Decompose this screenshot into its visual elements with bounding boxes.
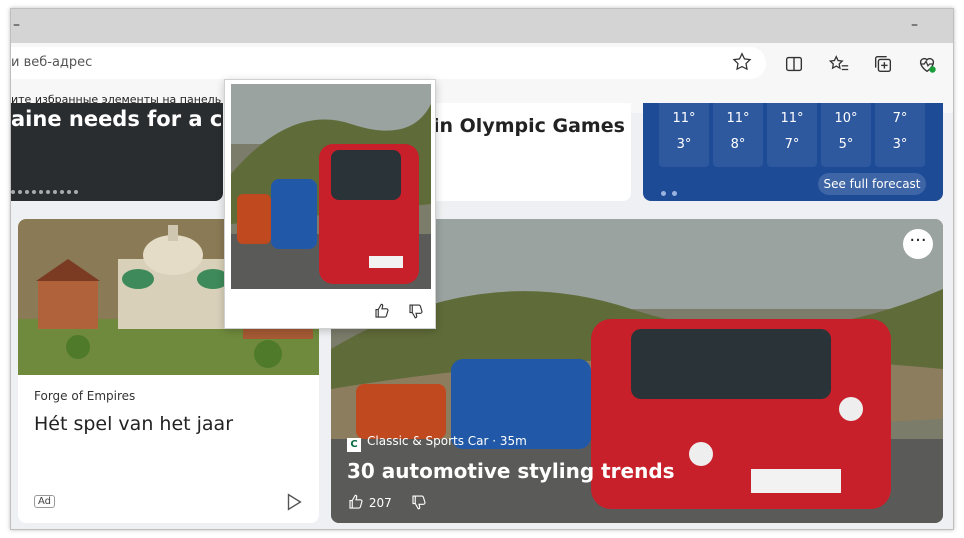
- preview-thumbs-down-icon[interactable]: [407, 302, 425, 320]
- minimize-button[interactable]: –: [911, 17, 918, 33]
- health-heart-icon[interactable]: [916, 53, 938, 75]
- favorites-list-icon[interactable]: [828, 53, 850, 75]
- toolbar: и веб-адрес: [11, 43, 953, 87]
- see-full-forecast-button[interactable]: See full forecast: [818, 173, 926, 195]
- cars-preview-image: [231, 84, 431, 289]
- ad-title: Hét spel van het jaar: [34, 413, 233, 435]
- ad-badge: Ad: [34, 495, 56, 508]
- address-placeholder: и веб-адрес: [11, 55, 93, 70]
- card-title: in Olympic Games: [433, 115, 625, 137]
- thumbs-down-icon[interactable]: [410, 493, 428, 511]
- preview-thumbs-up-icon[interactable]: [373, 302, 391, 320]
- news-feed: aine needs for a ceas in Olympic Games 1…: [11, 103, 953, 529]
- reactions: 207: [347, 493, 428, 511]
- ad-source: Forge of Empires: [34, 389, 136, 403]
- news-card-top-left[interactable]: aine needs for a ceas: [11, 103, 223, 201]
- carousel-dots[interactable]: [11, 179, 81, 194]
- collections-icon[interactable]: [872, 53, 894, 75]
- weather-card[interactable]: 11° 3° 11° 8° 11° 7° 10° 5° 7° 3° See full fo…: [643, 103, 943, 201]
- forecast-day: 11° 3°: [659, 103, 709, 167]
- title-bar: – –: [11, 9, 953, 43]
- image-preview-popup: [224, 79, 436, 329]
- card-title: aine needs for a ceas: [11, 107, 223, 131]
- split-screen-icon[interactable]: [783, 53, 805, 75]
- forecast-day: 7° 3°: [875, 103, 925, 167]
- ad-choices-icon[interactable]: [283, 491, 305, 513]
- browser-window: – – и веб-адрес ите избранные элементы н…: [10, 8, 954, 530]
- forecast-day: 11° 7°: [767, 103, 817, 167]
- minimize-left[interactable]: –: [13, 17, 20, 33]
- forecast-day: 10° 5°: [821, 103, 871, 167]
- source-name: Classic & Sports Car · 35m: [367, 434, 527, 448]
- like-count: 207: [368, 496, 392, 510]
- weather-carousel-dots[interactable]: [661, 181, 683, 200]
- source-logo-icon: C: [347, 438, 361, 452]
- article-source[interactable]: C Classic & Sports Car · 35m: [347, 434, 527, 452]
- article-title[interactable]: 30 automotive styling trends: [347, 459, 675, 483]
- thumbs-up-icon[interactable]: [347, 493, 365, 511]
- forecast-day: 11° 8°: [713, 103, 763, 167]
- address-bar[interactable]: и веб-адрес: [11, 47, 766, 79]
- favorite-star-icon[interactable]: [731, 51, 753, 73]
- more-options-button[interactable]: ···: [903, 229, 933, 259]
